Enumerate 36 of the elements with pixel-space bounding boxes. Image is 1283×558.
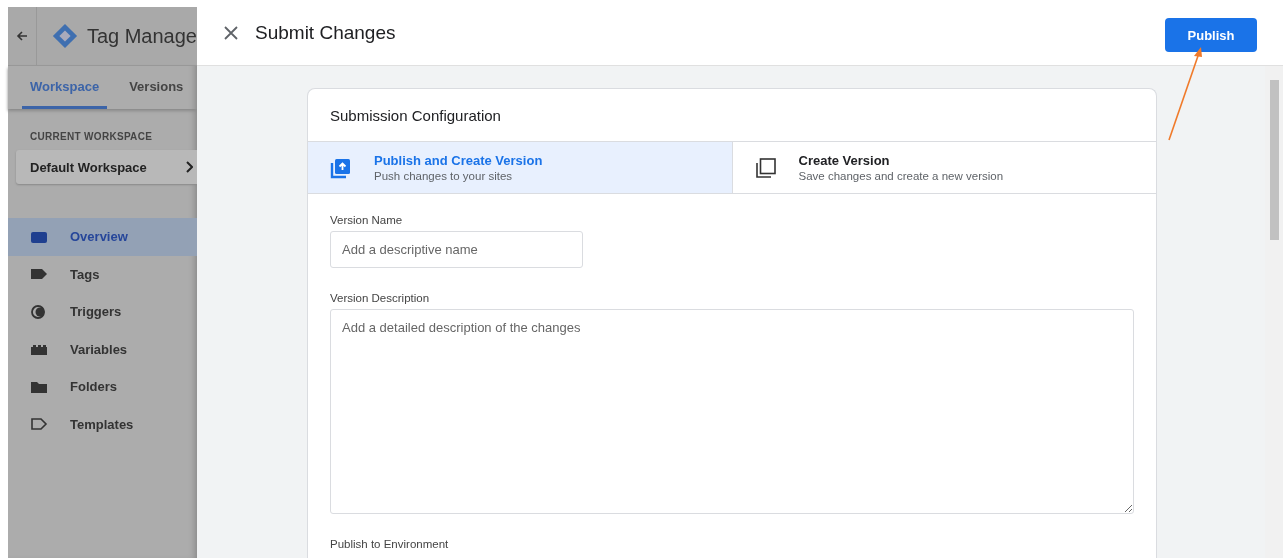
close-icon	[223, 24, 239, 41]
chevron-right-icon	[185, 161, 193, 173]
publish-button[interactable]: Publish	[1165, 18, 1257, 52]
nav-tab[interactable]: Versions	[121, 66, 192, 109]
diamond-logo-icon	[50, 21, 79, 51]
field-label: Version Name	[330, 214, 403, 226]
nav-item[interactable]: Overview	[8, 218, 197, 256]
option-tile[interactable]: Publish and Create Version Push changes to your sites	[308, 142, 732, 193]
blocks-icon	[30, 342, 48, 357]
app-title: Tag Manage	[86, 24, 197, 48]
field-label: Publish to Environment	[330, 538, 449, 550]
version-name-field[interactable]: Add a descriptive name	[330, 231, 583, 268]
option-title: Create Version	[798, 153, 891, 168]
nav-item[interactable]: Tags	[8, 255, 197, 293]
window-icon	[30, 229, 48, 244]
workspace-selector[interactable]: Default Workspace	[16, 150, 197, 184]
section-heading: CURRENT WORKSPACE	[30, 131, 154, 142]
version-description-field[interactable]: Add a detailed description of the changes	[330, 309, 1134, 514]
tag-outline-icon	[30, 417, 48, 432]
nav-item[interactable]: Triggers	[8, 293, 197, 331]
nav-item[interactable]: Folders	[8, 368, 197, 406]
option-subtitle: Save changes and create a new version	[798, 170, 1004, 182]
nav-item[interactable]: Templates	[8, 405, 197, 443]
back-arrow-icon[interactable]	[15, 30, 28, 42]
option-title: Publish and Create Version	[374, 153, 543, 168]
dialog-title: Submit Changes	[255, 21, 397, 44]
card-title: Submission Configuration	[329, 105, 502, 126]
folder-icon	[30, 379, 48, 394]
tag-icon	[30, 267, 48, 282]
nav-item[interactable]: Variables	[8, 330, 197, 368]
upload-stack-icon	[330, 156, 352, 179]
circles-icon	[30, 304, 48, 319]
field-label: Version Description	[330, 292, 430, 304]
option-tile[interactable]: Create Version Save changes and create a new version	[731, 142, 1156, 193]
option-subtitle: Push changes to your sites	[374, 170, 514, 182]
stacked-squares-icon	[754, 156, 777, 179]
